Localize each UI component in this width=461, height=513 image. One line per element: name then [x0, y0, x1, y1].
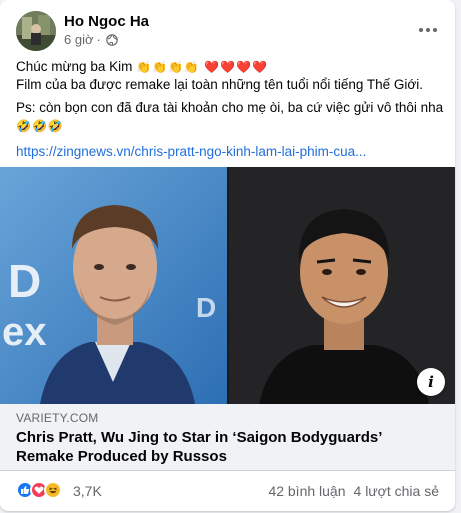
clap-heart-emojis: 👏👏👏👏 ❤️❤️❤️❤️: [136, 60, 268, 74]
info-icon[interactable]: i: [417, 368, 445, 396]
more-options-icon[interactable]: [415, 17, 441, 43]
post-card: Ho Ngoc Ha 6 giờ · Chúc mừng ba Kim 👏👏👏👏…: [0, 0, 455, 511]
avatar[interactable]: [16, 11, 56, 51]
link-preview-image[interactable]: D ex D i: [0, 167, 455, 404]
post-text: Chúc mừng ba Kim 👏👏👏👏 ❤️❤️❤️❤️ Film của …: [16, 58, 444, 161]
link-domain: VARIETY.COM: [16, 411, 99, 425]
globe-icon: [106, 33, 118, 46]
reaction-count[interactable]: 3,7K: [73, 483, 102, 499]
svg-text:D: D: [196, 292, 216, 323]
post-line-3: Ps: còn bọn con đã đưa tài khoản cho mẹ …: [16, 100, 444, 115]
link-headline: Chris Pratt, Wu Jing to Star in ‘Saigon …: [16, 429, 382, 465]
engagement-counts: 42 bình luận 4 lượt chia sẻ: [268, 483, 439, 499]
haha-reaction-icon: [44, 481, 62, 499]
post-line-2: Film của ba được remake lại toàn những t…: [16, 77, 423, 92]
author-name[interactable]: Ho Ngoc Ha: [64, 13, 149, 30]
post-time[interactable]: 6 giờ: [64, 32, 94, 47]
post-meta: 6 giờ ·: [64, 32, 118, 47]
photo-wu-jing: [229, 167, 455, 404]
share-count[interactable]: 4 lượt chia sẻ: [354, 483, 439, 499]
svg-text:ex: ex: [2, 310, 47, 354]
post-header: Ho Ngoc Ha 6 giờ ·: [16, 11, 439, 51]
photo-chris-pratt: D ex D: [0, 167, 227, 404]
reaction-icons[interactable]: [16, 481, 62, 499]
post-stats: 3,7K 42 bình luận 4 lượt chia sẻ: [16, 479, 439, 503]
link-preview-box[interactable]: VARIETY.COM Chris Pratt, Wu Jing to Star…: [0, 404, 455, 471]
post-link[interactable]: https://zingnews.vn/chris-pratt-ngo-kinh…: [16, 143, 439, 161]
comment-count[interactable]: 42 bình luận: [268, 483, 345, 499]
laugh-emojis: 🤣🤣🤣: [16, 119, 64, 133]
post-line-1: Chúc mừng ba Kim 👏👏👏👏 ❤️❤️❤️❤️: [16, 59, 268, 74]
svg-text:D: D: [8, 255, 41, 307]
